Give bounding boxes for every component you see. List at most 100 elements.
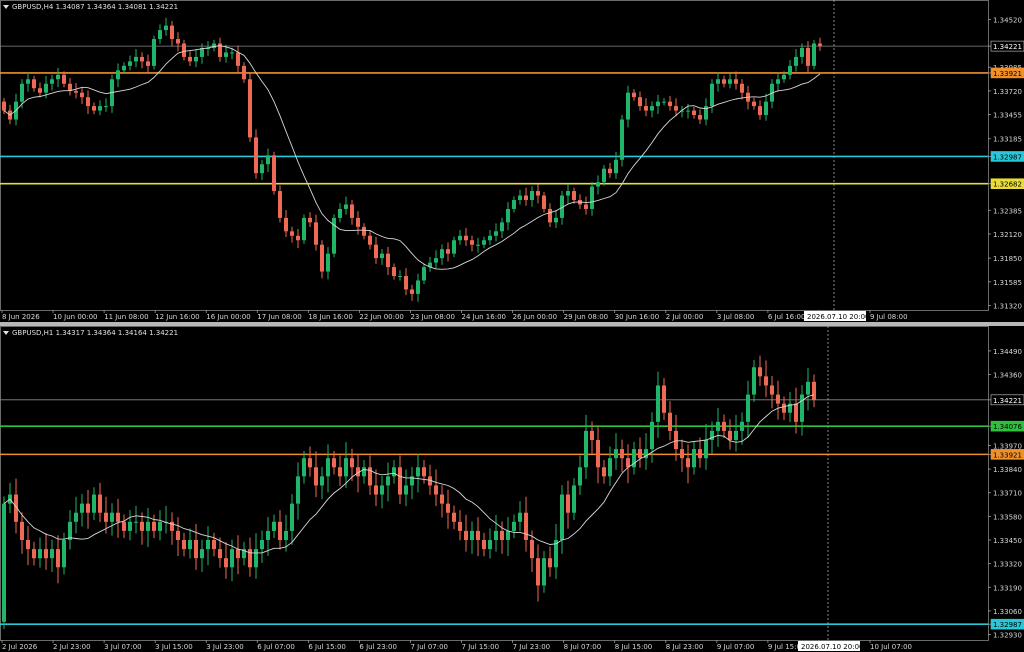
chart-menu-arrow-icon[interactable] — [3, 5, 9, 9]
candle-body — [776, 79, 780, 84]
time-axis-label: 3 Jul 07:00 — [104, 643, 142, 651]
candle-body — [200, 549, 204, 559]
candle-body — [332, 217, 336, 254]
price-level-label: 1.32682 — [993, 181, 1022, 189]
candle-body — [20, 521, 24, 540]
candle-body — [740, 421, 744, 431]
candle-body — [470, 530, 474, 540]
candle-body — [182, 43, 186, 57]
h1-plot-area[interactable]: 1.344901.343601.342211.340761.339701.339… — [0, 326, 1024, 652]
candle-body — [800, 47, 804, 57]
candle-body — [668, 412, 672, 431]
moving-average-line — [3, 45, 821, 270]
candle-body — [344, 458, 348, 477]
h4-chart-title: GBPUSD,H4 1.34087 1.34364 1.34081 1.3422… — [3, 3, 178, 11]
candle-body — [242, 65, 246, 80]
candle-body — [806, 47, 810, 66]
candle-body — [560, 494, 564, 540]
candle-body — [434, 485, 438, 495]
candle-body — [470, 240, 474, 245]
time-axis-label: 6 Jul 16:00 — [768, 313, 806, 321]
time-axis-label: 9 Jul 07:00 — [717, 643, 755, 651]
candle-body — [284, 217, 288, 232]
candle-body — [764, 376, 768, 386]
candle-body — [602, 467, 606, 477]
candle-body — [332, 458, 336, 468]
candle-body — [350, 458, 354, 468]
h4-plot-area[interactable]: 1.345201.342211.339851.339211.337201.334… — [0, 0, 1024, 322]
price-axis-label: 1.31320 — [993, 303, 1022, 311]
plot-frame — [0, 0, 989, 311]
candle-body — [302, 217, 306, 241]
candle-body — [176, 530, 180, 540]
h1-chart-window[interactable]: 1.34490 1.34360 1.34221 1.34076 1.33970 1.339… — [0, 326, 1024, 652]
candle-body — [20, 83, 24, 102]
price-axis-label: 1.33190 — [993, 584, 1022, 592]
price-axis-label: 1.34490 — [993, 348, 1022, 356]
candle-body — [548, 558, 552, 568]
candle-body — [440, 249, 444, 259]
candle-body — [62, 74, 66, 84]
candle-body — [758, 367, 762, 377]
candle-body — [32, 79, 36, 89]
chart-menu-arrow-icon[interactable] — [3, 331, 9, 335]
candle-body — [170, 25, 174, 40]
candle-body — [392, 467, 396, 477]
h4-chart-window[interactable]: 1.345201.342211.339851.339211.337201.334… — [0, 0, 1024, 322]
candle-body — [788, 65, 792, 75]
candle-body — [608, 458, 612, 477]
candle-body — [566, 191, 570, 196]
time-axis-label: 26 Jun 00:00 — [513, 313, 557, 321]
candle-body — [410, 289, 414, 294]
time-axis-label: 2 Jul 23:00 — [53, 643, 91, 651]
candle-body — [272, 521, 276, 531]
candle-body — [260, 164, 264, 174]
time-axis-label: 8 Jun 2026 — [2, 313, 40, 321]
candle-body — [116, 512, 120, 522]
candle-body — [722, 79, 726, 84]
candle-body — [230, 549, 234, 568]
candle-body — [164, 25, 168, 31]
candle-body — [488, 235, 492, 241]
candle-body — [290, 231, 294, 236]
candle-body — [320, 244, 324, 272]
candle-body — [50, 79, 54, 84]
candle-body — [230, 52, 234, 54]
price-level-label: 1.32987 — [993, 621, 1022, 629]
time-axis-label: 24 Jun 16:00 — [462, 313, 506, 321]
candle-body — [26, 540, 30, 550]
candle-body — [434, 258, 438, 263]
time-axis-label: 17 Jun 08:00 — [257, 313, 301, 321]
candle-body — [542, 558, 546, 586]
candle-body — [812, 43, 816, 66]
candle-body — [746, 394, 750, 422]
candle-body — [404, 485, 408, 495]
candle-body — [44, 83, 48, 93]
candle-body — [626, 92, 630, 120]
time-axis-label: 22 Jun 00:00 — [359, 313, 403, 321]
time-axis-label: 7 Jul 07:00 — [410, 643, 448, 651]
candle-body — [638, 97, 642, 107]
candle-body — [674, 106, 678, 111]
candle-body — [536, 191, 540, 196]
candle-body — [38, 88, 42, 93]
candle-body — [548, 208, 552, 223]
candle-body — [488, 540, 492, 550]
candle-body — [260, 540, 264, 550]
time-axis-label: 3 Jul 23:00 — [206, 643, 244, 651]
cursor-time-label: 2026.07.10 20:00 — [807, 313, 869, 321]
price-axis-label: 1.33580 — [993, 513, 1022, 521]
candle-body — [512, 200, 516, 209]
candle-body — [194, 540, 198, 559]
candle-body — [458, 521, 462, 531]
candle-body — [740, 83, 744, 93]
time-axis-label: 2 Jul 00:00 — [666, 313, 704, 321]
candle-body — [650, 106, 654, 111]
candle-body — [686, 110, 690, 112]
price-axis-label: 1.33320 — [993, 561, 1022, 569]
time-axis-label: 10 Jun 00:00 — [53, 313, 97, 321]
candle-body — [536, 558, 540, 586]
price-level-label: 1.33921 — [993, 70, 1022, 78]
candle-body — [584, 430, 588, 468]
candle-body — [782, 403, 786, 413]
